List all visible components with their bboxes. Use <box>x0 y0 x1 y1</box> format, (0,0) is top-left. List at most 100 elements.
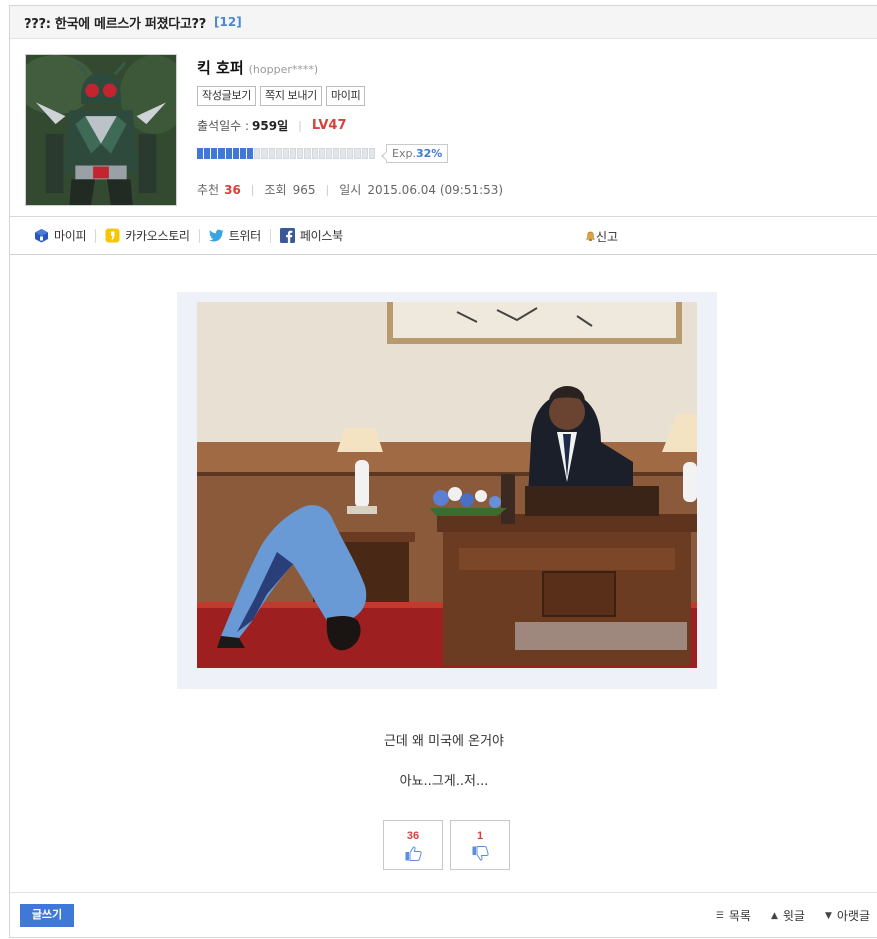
exp-segment <box>361 148 368 159</box>
author-profile: 킥 호퍼 (hopper****) 작성글보기 쪽지 보내기 마이피 출석일수 … <box>10 39 877 217</box>
author-actions: 작성글보기 쪽지 보내기 마이피 <box>197 86 503 106</box>
next-post-label: 아랫글 <box>836 909 870 923</box>
exp-segment <box>347 148 354 159</box>
exp-segment <box>290 148 297 159</box>
exp-row: Exp.32% <box>197 144 503 163</box>
attendance-label: 출석일수 : <box>197 119 250 133</box>
exp-progress-bar <box>197 148 376 159</box>
share-facebook[interactable]: 페이스북 <box>279 227 343 244</box>
author-info: 킥 호퍼 (hopper****) 작성글보기 쪽지 보내기 마이피 출석일수 … <box>197 57 503 198</box>
exp-segment <box>325 148 332 159</box>
exp-percent: 32% <box>415 147 443 160</box>
share-mypi-label: 마이피 <box>54 229 87 243</box>
thumbs-down-icon <box>472 845 489 861</box>
bell-icon <box>585 231 596 241</box>
exp-label: Exp. <box>392 147 416 160</box>
exp-segment <box>254 148 261 159</box>
views-count: 965 <box>292 182 316 197</box>
post-title: ???: 한국에 메르스가 퍼졌다고?? <box>24 16 207 32</box>
share-kakaostory-label: 카카오스토리 <box>125 229 190 243</box>
upvote-button[interactable]: 36 <box>383 820 443 870</box>
exp-segment <box>204 148 211 159</box>
list-icon: ☰ <box>715 910 724 921</box>
level-badge: LV47 <box>311 118 347 133</box>
triangle-up-icon: ▲ <box>770 910 778 921</box>
prev-post-label: 윗글 <box>782 909 805 923</box>
body-line-2: 아뇨..그게..저... <box>399 774 489 789</box>
mypi-icon <box>35 229 48 243</box>
author-id: (hopper****) <box>248 63 319 76</box>
divider: | <box>325 183 330 196</box>
attendance-row: 출석일수 : 959일 | LV47 <box>197 117 503 134</box>
attendance-days: 959일 <box>252 119 289 133</box>
report-label: 신고 <box>596 230 619 244</box>
exp-segment <box>368 148 375 159</box>
exp-segment <box>332 148 340 159</box>
list-label: 목록 <box>728 909 751 923</box>
write-button[interactable]: 글쓰기 <box>20 904 74 927</box>
upvote-count: 36 <box>406 829 420 842</box>
twitter-icon <box>208 229 224 242</box>
share-bar: 마이피 카카오스토리 트위터 페이스북 신고 <box>10 217 877 255</box>
exp-segment <box>354 148 361 159</box>
prev-post-button[interactable]: ▲ 윗글 <box>771 907 805 924</box>
downvote-count: 1 <box>476 829 484 842</box>
exp-segment <box>247 148 254 159</box>
kakaostory-icon <box>105 228 120 243</box>
exp-segment <box>239 148 247 159</box>
divider <box>198 228 200 243</box>
avatar[interactable] <box>25 54 177 206</box>
comment-count[interactable]: [12] <box>214 15 242 29</box>
facebook-icon <box>279 228 295 243</box>
post-photo <box>197 302 697 668</box>
view-posts-button[interactable]: 작성글보기 <box>197 86 257 106</box>
author-nickname[interactable]: 킥 호퍼 <box>197 57 244 78</box>
exp-segment <box>275 148 282 159</box>
report-button[interactable]: 신고 <box>585 228 618 245</box>
exp-segment <box>304 148 311 159</box>
post-frame: ???: 한국에 메르스가 퍼졌다고?? [12] 킥 호퍼 (hopper**… <box>9 5 877 938</box>
mypi-button[interactable]: 마이피 <box>325 86 366 106</box>
recommend-label: 추천 <box>197 183 220 197</box>
share-kakaostory[interactable]: 카카오스토리 <box>105 227 190 244</box>
exp-segment <box>218 148 225 159</box>
divider: | <box>250 183 255 196</box>
thumbs-up-icon <box>405 845 422 861</box>
share-mypi[interactable]: 마이피 <box>34 227 87 244</box>
divider <box>269 228 271 243</box>
next-post-button[interactable]: ▼ 아랫글 <box>825 907 870 924</box>
bottom-bar: 글쓰기 ☰ 목록 ▲ 윗글 ▼ 아랫글 <box>10 892 877 939</box>
post-image[interactable] <box>197 302 697 668</box>
share-twitter-label: 트위터 <box>228 229 262 243</box>
exp-segment <box>261 148 268 159</box>
avatar-image <box>26 55 176 205</box>
views-label: 조회 <box>264 183 287 197</box>
exp-segment <box>318 148 325 159</box>
share-facebook-label: 페이스북 <box>299 229 343 243</box>
exp-segment <box>340 148 347 159</box>
downvote-button[interactable]: 1 <box>450 820 510 870</box>
exp-tooltip: Exp.32% <box>380 144 449 163</box>
image-frame <box>177 292 717 689</box>
exp-segment <box>232 148 239 159</box>
exp-segment <box>311 148 318 159</box>
exp-segment <box>268 148 275 159</box>
exp-segment <box>197 148 204 159</box>
recommend-count: 36 <box>224 182 241 197</box>
title-bar: ???: 한국에 메르스가 퍼졌다고?? [12] <box>10 6 877 39</box>
list-button[interactable]: ☰ 목록 <box>716 907 751 924</box>
post-date: 2015.06.04 (09:51:53) <box>367 182 504 197</box>
body-line-1: 근데 왜 미국에 온거야 <box>383 734 505 749</box>
date-label: 일시 <box>339 183 362 197</box>
post-meta: 추천 36 | 조회 965 | 일시 2015.06.04 (09:51:53… <box>197 181 503 198</box>
divider: | <box>298 119 302 132</box>
exp-segment <box>211 148 218 159</box>
send-message-button[interactable]: 쪽지 보내기 <box>260 86 322 106</box>
share-twitter[interactable]: 트위터 <box>208 227 262 244</box>
exp-segment <box>297 148 304 159</box>
divider <box>95 228 97 243</box>
triangle-down-icon: ▼ <box>824 910 832 921</box>
exp-segment <box>225 148 232 159</box>
post-navigation: ☰ 목록 ▲ 윗글 ▼ 아랫글 <box>696 907 870 924</box>
exp-segment <box>282 148 290 159</box>
